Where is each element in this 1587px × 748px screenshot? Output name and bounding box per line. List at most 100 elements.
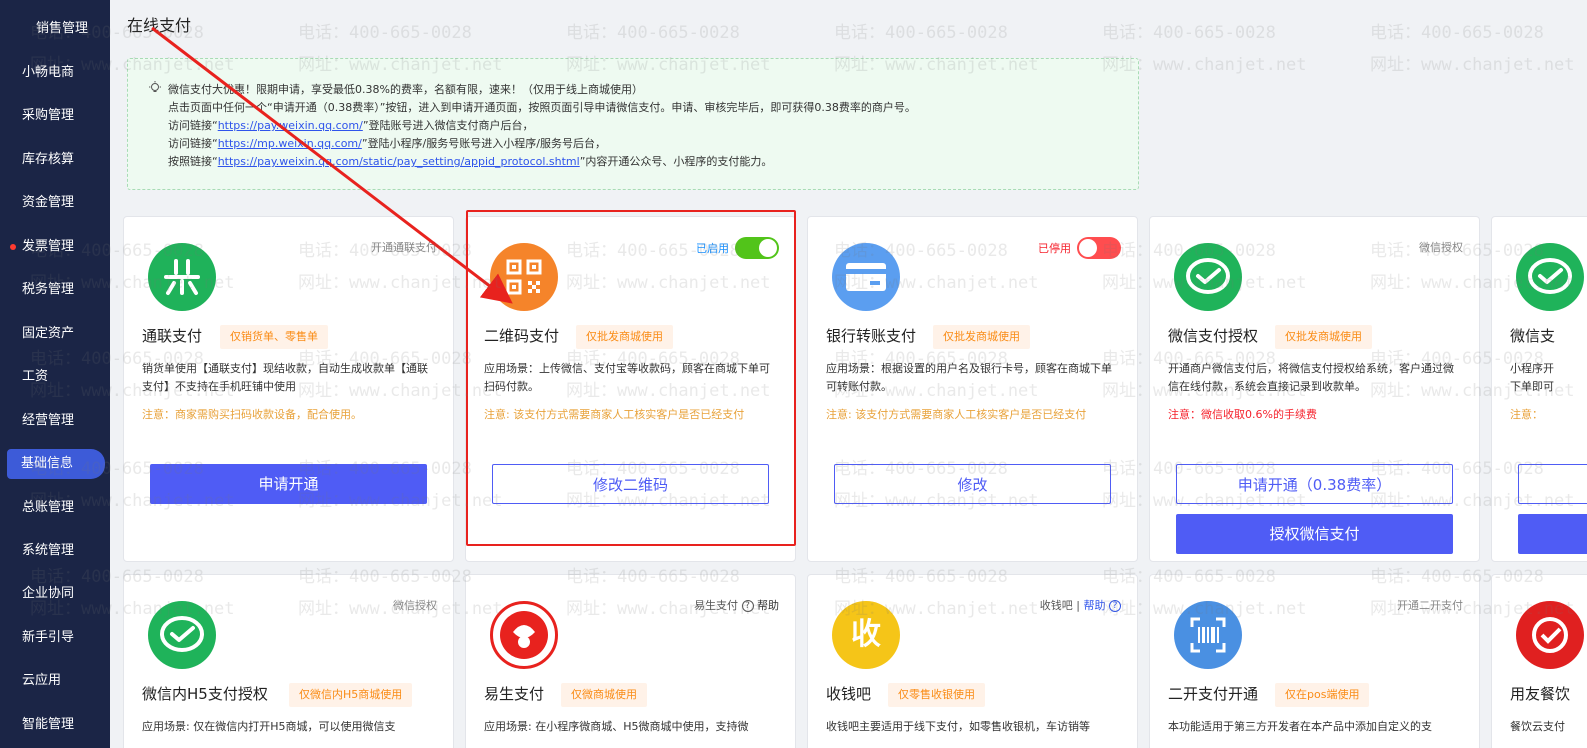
allinpay-logo [164,259,200,295]
card-note: 注意: 该支付方式需要商家人工核实客户是否已经支付 [826,408,1087,421]
payment-card-bank-transfer: 已停用 银行转账支付 仅批发商城使用 应用场景：根据设置的用户名及银行卡号，顾客… [807,216,1138,562]
card-title: 微信支付授权 [1168,327,1259,345]
barcode-scan-icon [1174,601,1242,669]
wechat-pay-icon [1174,243,1242,311]
apply-open-button[interactable]: 申请开通 [150,464,427,504]
yonyou-catering-glyph [1532,617,1568,653]
card-description: 餐饮云支付 [1510,720,1565,733]
open-allinpay-link[interactable]: 开通通联支付 [371,239,437,255]
apply-open-038-button[interactable]: 申请开通（0.38费率） [1176,464,1453,504]
sidebar-item-invoice[interactable]: 发票管理 [0,229,110,265]
sidebar-item-collab[interactable]: 企业协同 [0,576,110,612]
help-link[interactable]: 帮助 [1084,599,1106,612]
wechat-pay-icon [148,601,216,669]
payment-card-yonyou-catering: 用友餐饮 餐饮云支付 [1491,574,1587,748]
card-title: 易生支付 [484,685,545,703]
notice-line-3: 访问链接“https://pay.weixin.qq.com/”登陆账号进入微信… [168,119,534,132]
payment-card-shouqianba: 收钱吧 | 帮助 ? 收 收钱吧 仅零售收银使用 收钱吧主要适用于线下支付，如零… [807,574,1138,748]
easypay-logo-icon [490,601,558,669]
help-icon[interactable]: ? [741,600,754,612]
usage-tag: 仅微信内H5商城使用 [289,683,413,707]
wechat-pay-glyph [160,616,204,652]
card-title: 通联支付 [142,327,203,345]
wechat-pay-icon [1516,243,1584,311]
sidebar-item-operations[interactable]: 经营管理 [0,403,110,439]
card-title: 微信支 [1510,327,1556,345]
notice-box: 微信支付大优惠！限期申请，享受最低0.38%的费率，名额有限，速来！（仅用于线上… [127,58,1139,190]
appid-protocol-link[interactable]: https://pay.weixin.qq.com/static/pay_set… [218,155,580,168]
status-label: 已停用 [1038,242,1071,255]
enable-toggle[interactable] [1077,237,1121,259]
sidebar-item-guide[interactable]: 新手引导 [0,620,110,656]
sidebar-item-fixed-assets[interactable]: 固定资产 [0,316,110,352]
sidebar-item-inventory[interactable]: 库存核算 [0,142,110,178]
watermark-phone: 电话：400-665-0028 [834,23,1008,43]
card-description: 销货单使用【通联支付】现结收款，自动生成收款单【通联支付】不支持在手机旺铺中使用 [142,362,428,393]
card-note: 注意： [1510,408,1543,421]
sidebar-item-purchase[interactable]: 采购管理 [0,98,110,134]
mp-platform-link[interactable]: https://mp.weixin.qq.com/ [218,137,362,150]
sidebar: 销售管理 小畅电商 采购管理 库存核算 资金管理 发票管理 税务管理 固定资产 … [0,0,110,748]
easypay-glyph [500,611,548,659]
payment-card-custom-dev: 开通二开支付 二开支付开通 仅在pos端使用 本功能适用于第三方开发者在本产品中… [1149,574,1480,748]
sidebar-item-smart[interactable]: 智能管理 [0,707,110,743]
easypay-help: 易生支付 ? 帮助 [694,599,779,612]
watermark-phone: 电话：400-665-0028 [298,23,472,43]
card-title: 微信内H5支付授权 [142,685,268,703]
sidebar-item-system[interactable]: 系统管理 [0,533,110,569]
notice-line-4: 访问链接“https://mp.weixin.qq.com/”登陆小程序/服务号… [168,137,606,150]
notification-dot [10,244,16,250]
watermark-phone: 电话：400-665-0028 [1102,23,1276,43]
card-description: 开通商户微信支付后，将微信支付授权给系统，客户通过微信在线付款，系统会直接记录到… [1168,362,1454,393]
annotation-highlight-box [466,210,796,546]
usage-tag: 仅批发商城使用 [933,325,1030,349]
shouqianba-help: 收钱吧 | 帮助 ? [1040,597,1121,613]
apply-open-button[interactable] [1518,464,1587,504]
card-description: 应用场景：根据设置的用户名及银行卡号，顾客在商城下单可转账付款。 [826,362,1112,393]
watermark-phone: 电话：400-665-0028 [566,23,740,43]
sidebar-item-ecommerce[interactable]: 小畅电商 [0,55,110,91]
merchant-platform-link[interactable]: https://pay.weixin.qq.com/ [218,119,363,132]
status-toggle-group: 已停用 [1001,237,1121,259]
card-description: 收钱吧主要适用于线下支付，如零售收银机，车访销等 [826,720,1090,733]
notice-line-1: 微信支付大优惠！限期申请，享受最低0.38%的费率，名额有限，速来！（仅用于线上… [168,83,643,96]
usage-tag: 仅在pos端使用 [1275,683,1370,707]
help-link[interactable]: 帮助 [757,599,779,612]
sidebar-item-sales[interactable]: 销售管理 [0,11,110,47]
sidebar-item-tax[interactable]: 税务管理 [0,272,110,308]
card-title: 二开支付开通 [1168,685,1259,703]
usage-tag: 仅批发商城使用 [1275,325,1372,349]
card-description: 应用场景: 在小程序微商城、H5微商城中使用，支持微 [484,720,749,733]
shouqianba-icon: 收 [832,601,900,669]
authorize-button[interactable] [1518,514,1587,554]
sidebar-item-cloud-apps[interactable]: 云应用 [0,663,110,699]
authorize-wechat-pay-button[interactable]: 授权微信支付 [1176,514,1453,554]
watermark-site: 网址：www.chanjet.net [1370,55,1575,75]
card-note: 注意：商家需购买扫码收款设备，配合使用。 [142,408,362,421]
yonyou-catering-icon [1516,601,1584,669]
sidebar-item-salary[interactable]: 工资 [0,359,110,395]
usage-tag: 仅销货单、零售单 [220,325,328,349]
sidebar-item-basic-info[interactable]: 基础信息 [7,449,105,479]
wechat-pay-glyph [1528,258,1572,294]
usage-tag: 仅微商城使用 [561,683,647,707]
page-title: 在线支付 [127,16,192,35]
wechat-pay-glyph [1186,258,1230,294]
sidebar-item-funds[interactable]: 资金管理 [0,185,110,221]
allinpay-icon [148,243,216,311]
wechat-auth-link[interactable]: 微信授权 [393,597,437,613]
wechat-auth-link[interactable]: 微信授权 [1419,239,1463,255]
sidebar-item-ledger[interactable]: 总账管理 [0,490,110,526]
bank-card-icon [832,243,900,311]
payment-card-wechat-auth: 微信授权 微信支付授权 仅批发商城使用 开通商户微信支付后，将微信支付授权给系统… [1149,216,1480,562]
payment-card-wechat-h5: 微信授权 微信内H5支付授权 仅微信内H5商城使用 应用场景: 仅在微信内打开H… [123,574,454,748]
help-icon[interactable]: ? [1109,600,1121,612]
usage-tag: 仅零售收银使用 [888,683,985,707]
open-custom-pay-link[interactable]: 开通二开支付 [1397,597,1463,613]
shouqianba-glyph: 收 [851,617,881,652]
barcode-scan-glyph [1190,617,1226,653]
notice-line-2: 点击页面中任何一个“申请开通（0.38费率）”按钮，进入到申请开通页面，按照页面… [168,101,916,114]
watermark-phone: 电话：400-665-0028 [1370,23,1544,43]
card-title: 用友餐饮 [1510,685,1571,703]
modify-button[interactable]: 修改 [834,464,1111,504]
